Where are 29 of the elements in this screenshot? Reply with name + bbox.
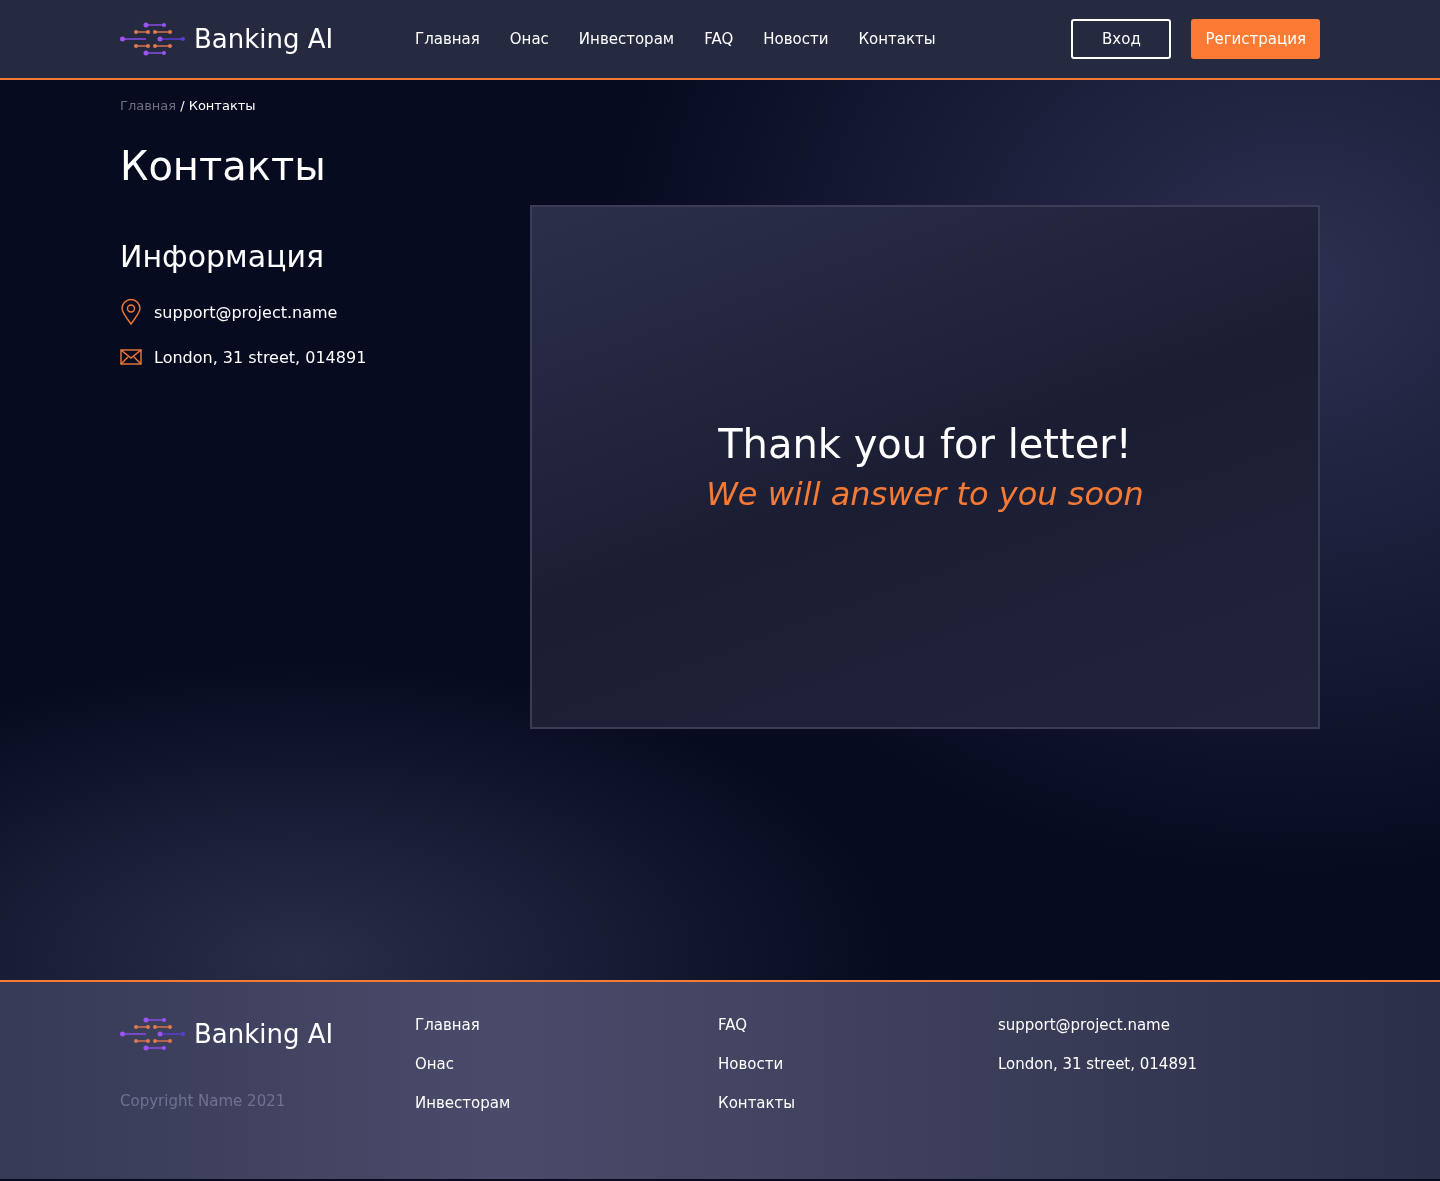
nav-link[interactable]: Контакты [858, 30, 936, 48]
breadcrumb-link[interactable]: Главная [120, 98, 177, 113]
logo-icon [120, 21, 186, 57]
logo-icon [120, 1016, 186, 1052]
info-heading: Информация [120, 239, 326, 274]
envelope-icon [120, 349, 142, 365]
breadcrumb-current: / Контакты [180, 98, 256, 113]
footer-link[interactable]: Инвесторам [415, 1094, 718, 1113]
brand-name: Banking AI [194, 24, 334, 54]
contact-text: London, 31 street, 014891 [154, 347, 367, 367]
footer-link[interactable]: FAQ [718, 1016, 998, 1035]
location-pin-icon [120, 299, 142, 325]
nav-link[interactable]: Новости [763, 30, 829, 48]
footer-link[interactable]: support@project.name [998, 1016, 1198, 1035]
footer-link[interactable]: Новости [718, 1055, 998, 1074]
thank-you-title: Thank you for letter! [718, 421, 1132, 467]
contact-text: support@project.name [154, 302, 338, 322]
brand-name: Banking AI [194, 1019, 334, 1049]
nav-link[interactable]: Онас [509, 30, 549, 48]
login-button[interactable]: Вход [1071, 19, 1172, 59]
footer-link[interactable]: Главная [415, 1016, 718, 1035]
nav-link[interactable]: Главная [415, 30, 480, 48]
nav-link[interactable]: Инвесторам [578, 30, 675, 48]
footer-link[interactable]: Онас [415, 1055, 718, 1074]
footer-link[interactable]: London, 31 street, 014891 [998, 1055, 1198, 1074]
page-title: Контакты [120, 143, 327, 189]
footer-link[interactable]: Контакты [718, 1094, 998, 1113]
nav-link[interactable]: FAQ [704, 30, 734, 48]
thank-you-subtitle: We will answer to you soon [706, 475, 1144, 513]
